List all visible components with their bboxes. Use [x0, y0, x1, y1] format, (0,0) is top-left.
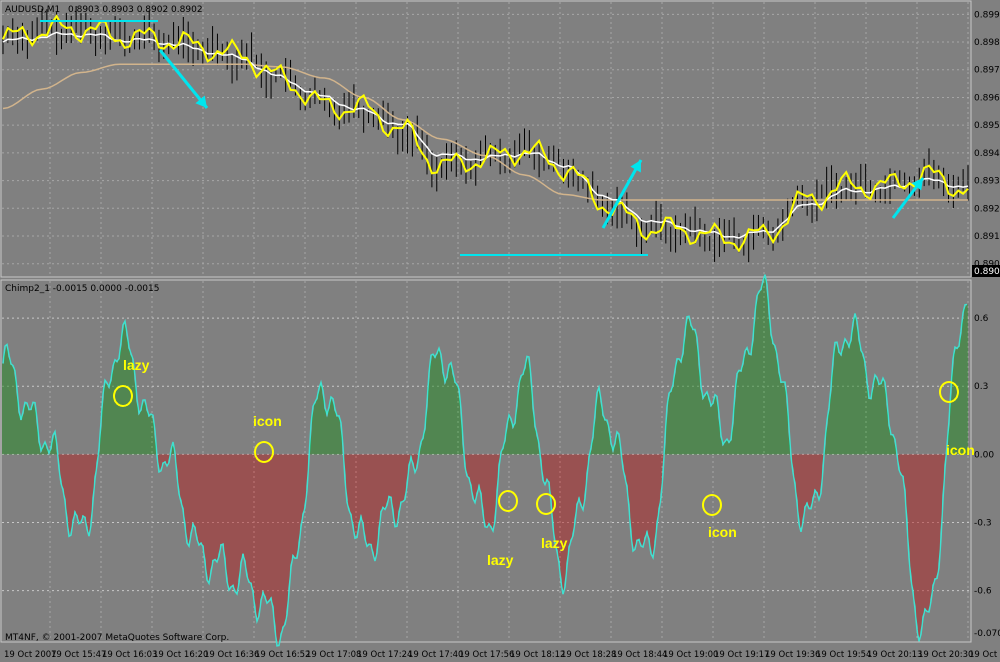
x-tick-label: 19 Oct 16:36	[204, 650, 259, 660]
x-tick-label: 19 Oct 18:28	[561, 650, 616, 660]
price-tick-label: 0.8995	[974, 10, 1000, 20]
indicator-tick-label: -0.3	[974, 518, 992, 528]
annotation-label: icon	[253, 413, 282, 429]
x-tick-label: 19 Oct 17:24	[357, 650, 412, 660]
x-tick-label: 19 Oct 19:00	[663, 650, 718, 660]
x-tick-label: 19 Oct 19:17	[714, 650, 769, 660]
indicator-tick-label: 0.00	[974, 450, 994, 460]
x-tick-label: 19 Oct 2007	[4, 650, 57, 660]
price-tick-label: 0.8915	[974, 232, 1000, 242]
price-tick-label: 0.8975	[974, 66, 1000, 76]
x-tick-label: 19 Oct 17:40	[408, 650, 463, 660]
x-tick-label: 19 Oct 20:30	[918, 650, 973, 660]
x-tick-label: 19 Oct 19:54	[816, 650, 871, 660]
indicator-label: Chimp2_1 -0.0015 0.0000 -0.0015	[5, 284, 159, 294]
x-tick-label: 19 Oct 16:52	[255, 650, 310, 660]
chart-canvas[interactable]: lazy icon lazy lazy icon icon AUDUSD,M1 0.8903…	[0, 0, 1000, 662]
x-tick-label: 19 Oct 20:13	[867, 650, 922, 660]
indicator-tick-label: -0.0704	[974, 629, 1000, 639]
x-tick-label: 19 Oct 20:49	[969, 650, 1000, 660]
annotation-label: lazy	[487, 552, 514, 568]
x-tick-label: 19 Oct 17:08	[306, 650, 361, 660]
annotation-label: lazy	[541, 535, 568, 551]
indicator-panel	[0, 279, 972, 643]
price-tick-label: 0.8945	[974, 149, 1000, 159]
indicator-tick-label: 0.6	[974, 314, 989, 324]
symbol-label: AUDUSD,M1	[5, 5, 60, 15]
x-tick-label: 19 Oct 15:47	[51, 650, 106, 660]
x-tick-label: 19 Oct 19:36	[765, 650, 820, 660]
indicator-tick-label: -0.6	[974, 587, 992, 597]
indicator-tick-label: 0.3	[974, 382, 988, 392]
copyright-text: MT4NF, © 2001-2007 MetaQuotes Software C…	[5, 633, 229, 643]
mt4-chart-window: lazy icon lazy lazy icon icon AUDUSD,M1 0.8903…	[0, 0, 1000, 662]
x-tick-label: 19 Oct 18:44	[612, 650, 667, 660]
price-tick-label: 0.8985	[974, 38, 1000, 48]
price-tick-label: 0.8935	[974, 177, 1000, 187]
price-tick-label: 0.8925	[974, 204, 1000, 214]
x-tick-label: 19 Oct 16:03	[102, 650, 157, 660]
x-tick-label: 19 Oct 16:20	[153, 650, 208, 660]
x-tick-label: 19 Oct 18:12	[510, 650, 565, 660]
x-tick-label: 19 Oct 17:56	[459, 650, 514, 660]
annotation-label: icon	[946, 442, 975, 458]
price-tick-label: 0.8965	[974, 93, 1000, 103]
ohlc-values: 0.8903 0.8903 0.8902 0.8902	[68, 5, 203, 15]
price-tick-label: 0.8955	[974, 121, 1000, 131]
annotation-label: icon	[708, 524, 737, 540]
annotation-label: lazy	[123, 357, 150, 373]
current-price-label: 0.8902	[974, 267, 1000, 277]
